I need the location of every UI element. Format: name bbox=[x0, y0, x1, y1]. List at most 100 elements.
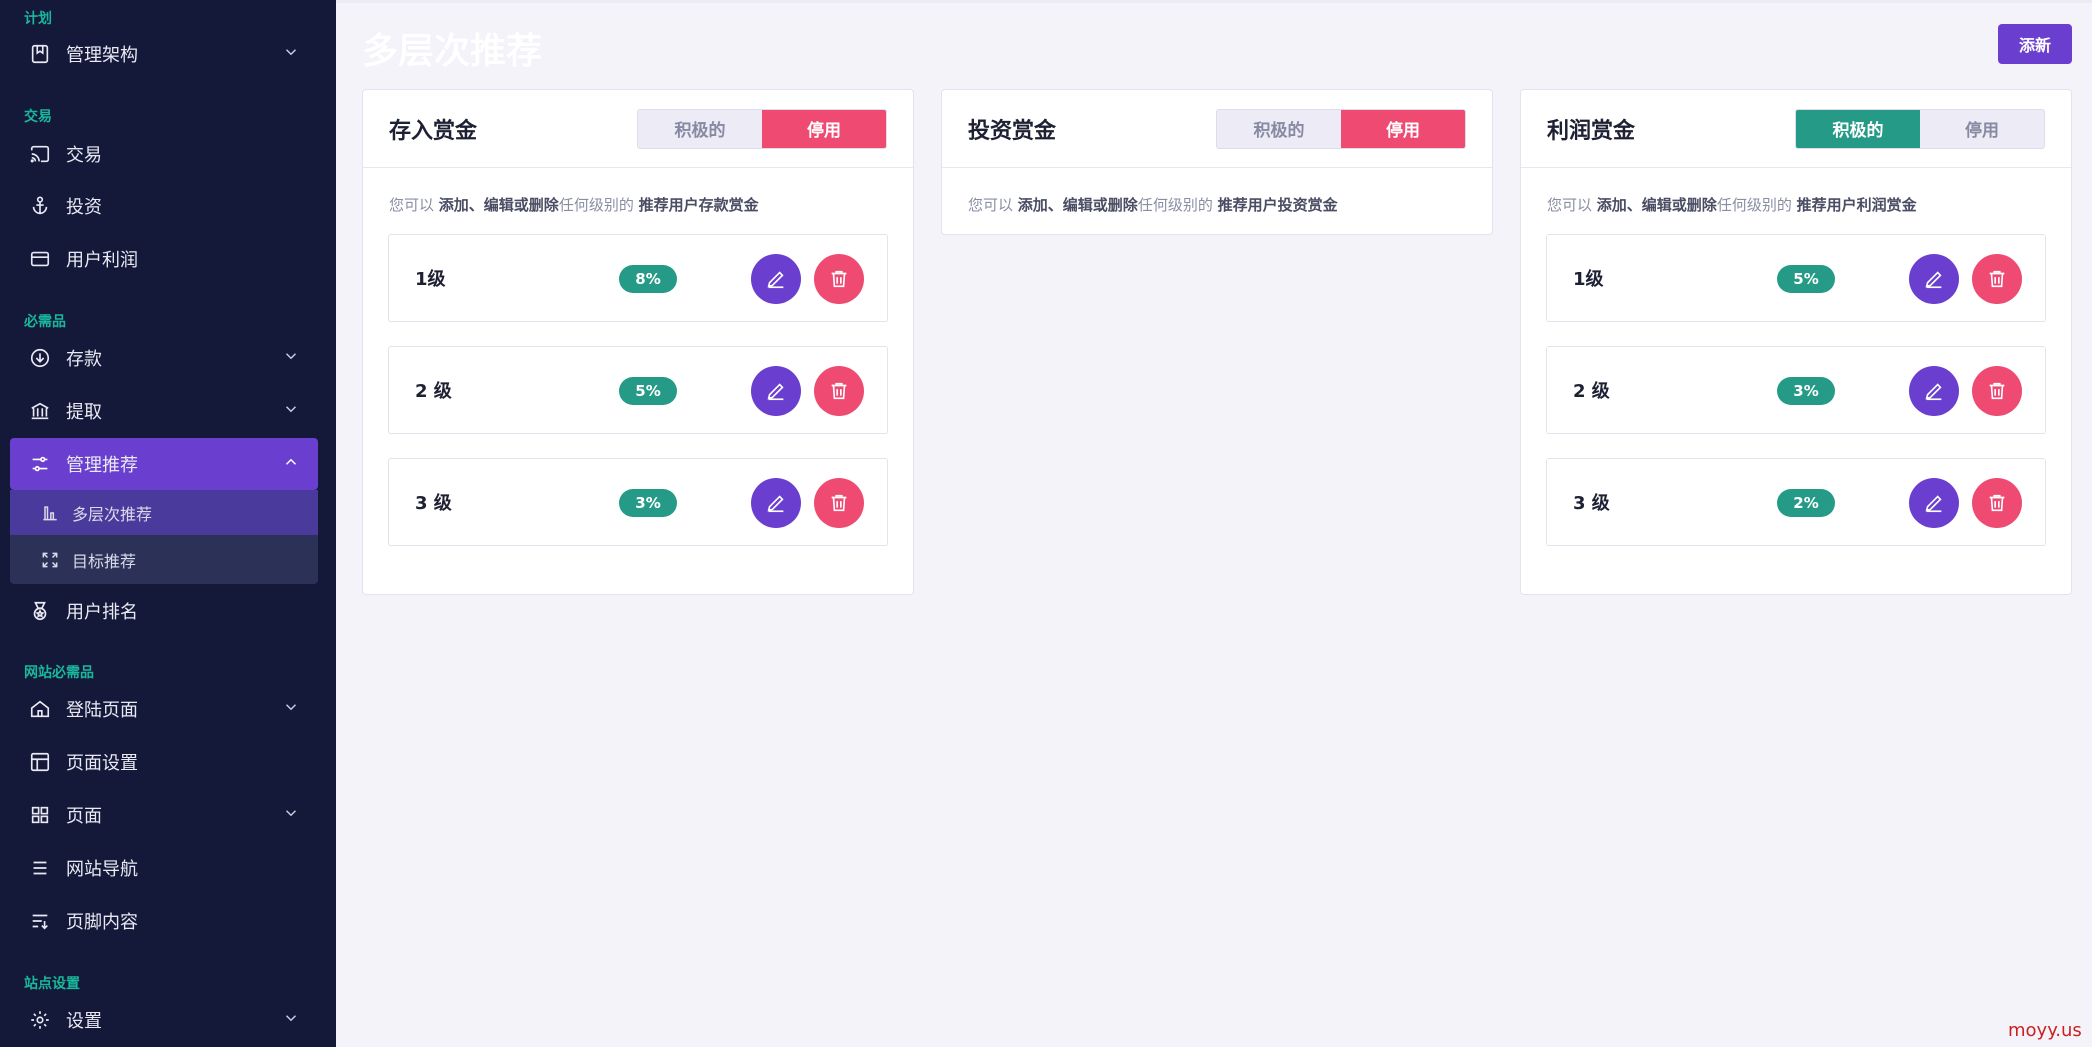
edit-button[interactable] bbox=[751, 478, 801, 528]
sidebar-item-label: 管理架构 bbox=[66, 45, 138, 66]
level-row: 3 级 2% bbox=[1546, 458, 2046, 546]
menu-icon bbox=[28, 856, 52, 880]
sidebar-item-pages[interactable]: 页面 bbox=[10, 789, 318, 841]
trash-icon bbox=[1989, 494, 2005, 512]
deposit-bounty-card: 存入赏金 积极的 停用 您可以 添加、编辑或删除任何级别的 推荐用户存款赏金 1… bbox=[362, 89, 914, 595]
sidebar-item-footer-content[interactable]: 页脚内容 bbox=[10, 895, 318, 947]
sidebar-item-manage-referral[interactable]: 管理推荐 bbox=[10, 438, 318, 490]
bank-icon bbox=[28, 399, 52, 423]
chevron-down-icon bbox=[282, 400, 300, 423]
desc-actions: 添加、编辑或删除 bbox=[438, 196, 559, 214]
sidebar-item-settings[interactable]: 设置 bbox=[10, 994, 318, 1046]
level-row: 2 级 5% bbox=[388, 346, 888, 434]
profit-bounty-card: 利润赏金 积极的 停用 您可以 添加、编辑或删除任何级别的 推荐用户利润赏金 1… bbox=[1520, 89, 2072, 595]
card-title: 投资赏金 bbox=[968, 118, 1057, 144]
chevron-down-icon bbox=[282, 347, 300, 370]
delete-button[interactable] bbox=[1972, 366, 2022, 416]
percent-badge: 8% bbox=[619, 265, 677, 293]
sidebar-item-label: 页面设置 bbox=[66, 753, 138, 774]
status-toggle: 积极的 停用 bbox=[637, 108, 887, 149]
percent-badge: 2% bbox=[1777, 489, 1835, 517]
trash-icon bbox=[1989, 382, 2005, 400]
toggle-inactive-option[interactable]: 停用 bbox=[1920, 109, 2044, 148]
page-title: 多层次推荐 bbox=[362, 31, 543, 72]
chevron-down-icon bbox=[282, 804, 300, 827]
sidebar-item-landing-page[interactable]: 登陆页面 bbox=[10, 683, 318, 735]
pencil-icon bbox=[1925, 495, 1942, 513]
delete-button[interactable] bbox=[1972, 478, 2022, 528]
delete-button[interactable] bbox=[1972, 254, 2022, 304]
desc-middle: 任何级别的 bbox=[558, 196, 634, 214]
status-toggle: 积极的 停用 bbox=[1795, 108, 2045, 149]
percent-badge: 3% bbox=[619, 489, 677, 517]
level-name: 3 级 bbox=[415, 493, 452, 514]
delete-button[interactable] bbox=[814, 254, 864, 304]
card-icon bbox=[28, 247, 52, 271]
submenu-item-label: 多层次推荐 bbox=[72, 504, 153, 524]
desc-actions: 添加、编辑或删除 bbox=[1596, 196, 1717, 214]
sidebar: 计划 管理架构 交易 交易 投资 用户利润 必需品 存款 提取 管理推荐 多层次… bbox=[0, 0, 336, 1047]
level-name: 1级 bbox=[415, 269, 446, 290]
pencil-icon bbox=[767, 271, 784, 289]
toggle-inactive-option[interactable]: 停用 bbox=[1341, 109, 1465, 148]
card-header: 投资赏金 积极的 停用 bbox=[942, 90, 1492, 168]
arrow-down-circle-icon bbox=[28, 346, 52, 370]
pencil-icon bbox=[1925, 271, 1942, 289]
sidebar-item-site-nav[interactable]: 网站导航 bbox=[10, 842, 318, 894]
toggle-active-option[interactable]: 积极的 bbox=[1796, 109, 1920, 148]
card-description: 您可以 添加、编辑或删除任何级别的 推荐用户存款赏金 bbox=[363, 168, 913, 234]
edit-button[interactable] bbox=[751, 254, 801, 304]
chevron-down-icon bbox=[282, 1009, 300, 1032]
add-new-button[interactable]: 添新 bbox=[1998, 24, 2072, 64]
sidebar-item-page-settings[interactable]: 页面设置 bbox=[10, 736, 318, 788]
level-row: 2 级 3% bbox=[1546, 346, 2046, 434]
sidebar-item-user-ranking[interactable]: 用户排名 bbox=[10, 585, 318, 637]
submenu-item-multilevel[interactable]: 多层次推荐 bbox=[10, 490, 318, 535]
level-name: 2 级 bbox=[1573, 381, 1610, 402]
cast-icon bbox=[28, 142, 52, 166]
desc-middle: 任何级别的 bbox=[1716, 196, 1792, 214]
submenu-item-label: 目标推荐 bbox=[72, 551, 137, 571]
sidebar-item-label: 页面 bbox=[66, 806, 102, 827]
percent-badge: 5% bbox=[619, 377, 677, 405]
anchor-icon bbox=[28, 194, 52, 218]
sidebar-item-invest[interactable]: 投资 bbox=[10, 180, 318, 232]
trash-icon bbox=[831, 382, 847, 400]
sidebar-item-manage-structure[interactable]: 管理架构 bbox=[10, 28, 318, 80]
delete-button[interactable] bbox=[814, 478, 864, 528]
bookmark-box-icon bbox=[28, 42, 52, 66]
toggle-active-option[interactable]: 积极的 bbox=[638, 109, 762, 148]
card-description: 您可以 添加、编辑或删除任何级别的 推荐用户投资赏金 bbox=[942, 168, 1492, 234]
sliders-icon bbox=[28, 452, 52, 476]
pencil-icon bbox=[767, 495, 784, 513]
status-toggle: 积极的 停用 bbox=[1216, 108, 1466, 149]
layout-icon bbox=[28, 750, 52, 774]
edit-button[interactable] bbox=[751, 366, 801, 416]
edit-button[interactable] bbox=[1909, 366, 1959, 416]
toggle-active-option[interactable]: 积极的 bbox=[1217, 109, 1341, 148]
section-label-essentials: 必需品 bbox=[24, 314, 66, 330]
delete-button[interactable] bbox=[814, 366, 864, 416]
edit-button[interactable] bbox=[1909, 254, 1959, 304]
level-name: 2 级 bbox=[415, 381, 452, 402]
sidebar-item-label: 交易 bbox=[66, 145, 102, 166]
level-name: 3 级 bbox=[1573, 493, 1610, 514]
level-row: 1级 5% bbox=[1546, 234, 2046, 322]
desc-middle: 任何级别的 bbox=[1137, 196, 1213, 214]
sidebar-item-trade[interactable]: 交易 bbox=[10, 128, 318, 180]
percent-badge: 3% bbox=[1777, 377, 1835, 405]
sidebar-item-withdraw[interactable]: 提取 bbox=[10, 385, 318, 437]
sidebar-item-label: 登陆页面 bbox=[66, 700, 138, 721]
sidebar-item-label: 投资 bbox=[66, 197, 102, 218]
card-title: 存入赏金 bbox=[389, 118, 478, 144]
sidebar-item-label: 存款 bbox=[66, 349, 102, 370]
submenu-item-target[interactable]: 目标推荐 bbox=[10, 537, 318, 582]
edit-button[interactable] bbox=[1909, 478, 1959, 528]
sidebar-item-user-profit[interactable]: 用户利润 bbox=[10, 233, 318, 285]
sidebar-item-deposit[interactable]: 存款 bbox=[10, 332, 318, 384]
chevron-down-icon bbox=[282, 43, 300, 66]
grid-icon bbox=[28, 803, 52, 827]
trash-icon bbox=[831, 270, 847, 288]
toggle-inactive-option[interactable]: 停用 bbox=[762, 109, 886, 148]
desc-prefix: 您可以 bbox=[389, 196, 435, 214]
